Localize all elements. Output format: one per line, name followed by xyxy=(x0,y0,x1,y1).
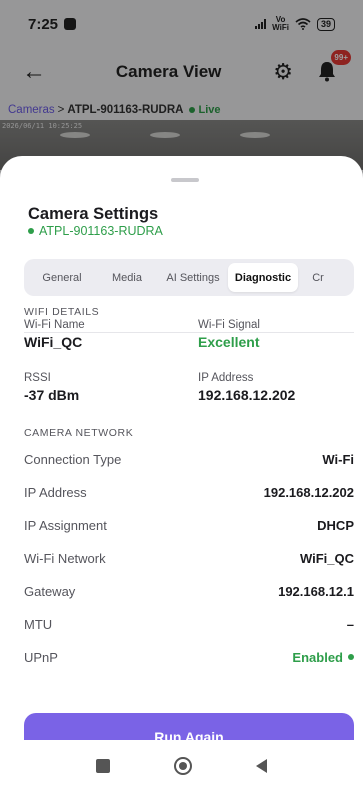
network-row-value: – xyxy=(346,616,354,632)
back-triangle-icon[interactable] xyxy=(256,759,267,773)
network-row-value: DHCP xyxy=(317,517,354,533)
tab-cr[interactable]: Cr xyxy=(298,263,338,292)
network-row: Connection Type Wi-Fi xyxy=(24,449,354,469)
tab-media[interactable]: Media xyxy=(96,263,158,292)
network-row: MTU – xyxy=(24,614,354,634)
camera-name: ATPL-901163-RUDRA xyxy=(39,224,163,238)
network-row-label: IP Assignment xyxy=(24,517,107,533)
rssi-label: RSSI xyxy=(24,372,51,384)
wifi-name-value: WiFi_QC xyxy=(24,334,83,350)
network-row-value: 192.168.12.1 xyxy=(278,583,354,599)
online-dot-icon xyxy=(28,228,34,234)
sheet-subtitle: ATPL-901163-RUDRA xyxy=(28,224,163,238)
network-row-label: IP Address xyxy=(24,484,87,500)
camera-network-heading: CAMERA NETWORK xyxy=(24,427,134,439)
camera-settings-sheet: Camera Settings ATPL-901163-RUDRA Genera… xyxy=(0,156,363,792)
network-row: UPnP Enabled xyxy=(24,647,354,667)
ip-address-label: IP Address xyxy=(198,372,254,384)
wifi-name-item: Wi-Fi Name WiFi_QC xyxy=(24,319,85,350)
network-row-value: Wi-Fi xyxy=(322,451,354,467)
network-row-label: UPnP xyxy=(24,649,58,665)
network-row-value: 192.168.12.202 xyxy=(263,484,354,500)
section-divider xyxy=(24,332,354,333)
wifi-signal-value: Excellent xyxy=(198,334,260,350)
upnp-status: Enabled xyxy=(292,650,354,665)
system-nav-bar xyxy=(0,740,363,792)
network-row-label: Connection Type xyxy=(24,451,122,467)
square-nav-icon[interactable] xyxy=(96,759,110,773)
network-row-label: MTU xyxy=(24,616,53,632)
wifi-signal-item: Wi-Fi Signal Excellent xyxy=(198,319,260,350)
network-row-label: Wi-Fi Network xyxy=(24,550,106,566)
network-row-value: WiFi_QC xyxy=(299,550,354,566)
tab-diagnostic[interactable]: Diagnostic xyxy=(228,263,298,292)
rssi-value: -37 dBm xyxy=(24,387,80,403)
settings-tabs: General Media AI Settings Diagnostic Cr xyxy=(24,259,354,296)
wifi-signal-label: Wi-Fi Signal xyxy=(198,319,260,331)
home-circle-icon[interactable] xyxy=(174,757,192,775)
network-row: Gateway 192.168.12.1 xyxy=(24,581,354,601)
tab-general[interactable]: General xyxy=(28,263,96,292)
rssi-item: RSSI -37 dBm xyxy=(24,372,79,403)
enabled-dot-icon xyxy=(348,654,354,660)
network-row: Wi-Fi Network WiFi_QC xyxy=(24,548,354,568)
tab-ai-settings[interactable]: AI Settings xyxy=(158,263,228,292)
ip-address-item: IP Address 192.168.12.202 xyxy=(198,372,295,403)
sheet-drag-handle[interactable] xyxy=(171,178,199,182)
network-row-label: Gateway xyxy=(24,583,76,599)
network-row: IP Assignment DHCP xyxy=(24,515,354,535)
wifi-name-label: Wi-Fi Name xyxy=(24,319,85,331)
ip-address-value: 192.168.12.202 xyxy=(198,387,296,403)
sheet-title: Camera Settings xyxy=(28,205,159,223)
network-row: IP Address 192.168.12.202 xyxy=(24,482,354,502)
upnp-status-text: Enabled xyxy=(292,649,343,665)
wifi-details-heading: WIFI DETAILS xyxy=(24,306,100,318)
